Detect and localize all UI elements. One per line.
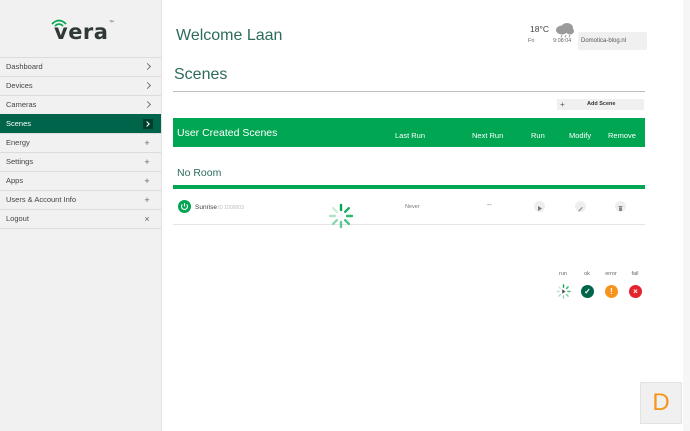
- logo-text: vera™: [54, 20, 115, 44]
- sidebar-item-cameras[interactable]: Cameras: [0, 95, 161, 114]
- domotica-badge[interactable]: D: [640, 382, 682, 424]
- legend-error-icon: !: [605, 285, 618, 298]
- run-scene-button[interactable]: [534, 201, 545, 212]
- sidebar-item-label: Apps: [6, 176, 24, 185]
- room-title: No Room: [177, 167, 222, 179]
- weather-time: 9:08:04: [553, 38, 572, 44]
- page-title: Scenes: [174, 66, 228, 83]
- welcome-message: Welcome Laan: [176, 27, 283, 44]
- legend-run-icon: [556, 284, 571, 299]
- play-icon: [538, 206, 542, 211]
- scene-next-run: --: [487, 202, 492, 209]
- sidebar-item-devices[interactable]: Devices: [0, 76, 161, 95]
- sidebar-item-label: Logout: [6, 214, 29, 223]
- page-scrollbar[interactable]: [683, 0, 690, 431]
- chevron-right-icon: [143, 119, 153, 129]
- sidebar-item-settings[interactable]: Settings +: [0, 152, 161, 171]
- sidebar-item-scenes[interactable]: Scenes: [0, 114, 161, 133]
- weather-widget: 18°C Fri 9:08:04: [528, 22, 578, 52]
- check-icon: ✓: [584, 287, 591, 296]
- sidebar-nav: Dashboard Devices Cameras Scenes Energy …: [0, 57, 161, 229]
- legend-label-fail: fail: [631, 271, 639, 277]
- table-title: User Created Scenes: [177, 127, 278, 139]
- chevron-right-icon: [143, 100, 152, 109]
- sidebar: vera™ Dashboard Devices Cameras Scenes E…: [0, 0, 162, 431]
- trash-icon: [618, 206, 623, 211]
- close-icon: ×: [633, 287, 638, 296]
- account-selector[interactable]: Domotica-blog.nl: [578, 32, 647, 50]
- plus-icon: +: [144, 176, 150, 186]
- chevron-right-icon: [143, 62, 152, 71]
- legend-fail-icon: ×: [629, 285, 642, 298]
- sidebar-item-label: Scenes: [6, 119, 32, 128]
- legend-label-ok: ok: [584, 271, 590, 277]
- loading-spinner-icon: [328, 203, 354, 229]
- scene-id: ID 1000003: [218, 205, 244, 211]
- plus-icon: +: [144, 195, 150, 205]
- column-last-run: Last Run: [395, 131, 426, 140]
- run-spinner-icon: [556, 284, 571, 299]
- sidebar-item-apps[interactable]: Apps +: [0, 171, 161, 190]
- legend-ok-icon: ✓: [581, 285, 594, 298]
- chevron-right-icon: [143, 81, 152, 90]
- sidebar-item-users-account[interactable]: Users & Account Info +: [0, 190, 161, 209]
- modify-scene-button[interactable]: [575, 201, 586, 212]
- exclamation-icon: !: [610, 287, 613, 296]
- sidebar-item-dashboard[interactable]: Dashboard: [0, 57, 161, 76]
- scenes-table-header: User Created Scenes Last Run Next Run Ru…: [173, 118, 645, 147]
- plus-icon: +: [144, 157, 150, 167]
- cloud-rain-icon: [556, 23, 574, 38]
- scene-last-run: Never: [405, 204, 420, 210]
- sidebar-item-label: Settings: [6, 157, 34, 166]
- remove-scene-button[interactable]: [615, 201, 626, 212]
- sidebar-item-label: Devices: [6, 81, 33, 90]
- close-icon: ×: [144, 214, 150, 224]
- title-divider: [173, 91, 645, 92]
- legend-label-error: error: [605, 271, 617, 277]
- column-next-run: Next Run: [472, 131, 504, 140]
- scene-name[interactable]: Sunrise: [195, 204, 217, 211]
- temperature: 18°C: [530, 24, 549, 34]
- table-row: Sunrise ID 1000003 Never --: [173, 195, 645, 225]
- plus-icon: +: [560, 100, 565, 109]
- sidebar-item-energy[interactable]: Energy +: [0, 133, 161, 152]
- room-divider: [173, 185, 645, 189]
- weather-day: Fri: [528, 38, 535, 44]
- sidebar-item-label: Dashboard: [6, 62, 43, 71]
- sidebar-item-logout[interactable]: Logout ×: [0, 209, 161, 229]
- add-scene-label: Add Scene: [587, 101, 616, 107]
- legend-label-run: run: [559, 271, 567, 277]
- column-run: Run: [531, 131, 545, 140]
- plus-icon: +: [144, 138, 150, 148]
- sidebar-item-label: Users & Account Info: [6, 195, 77, 204]
- sidebar-item-label: Energy: [6, 138, 30, 147]
- power-icon: [180, 203, 189, 210]
- vera-logo[interactable]: vera™: [50, 18, 120, 44]
- pencil-icon: [578, 207, 583, 212]
- power-button[interactable]: [178, 200, 191, 213]
- column-remove: Remove: [608, 131, 636, 140]
- add-scene-button[interactable]: + Add Scene: [557, 99, 644, 110]
- column-modify: Modify: [569, 131, 592, 140]
- sidebar-item-label: Cameras: [6, 100, 37, 109]
